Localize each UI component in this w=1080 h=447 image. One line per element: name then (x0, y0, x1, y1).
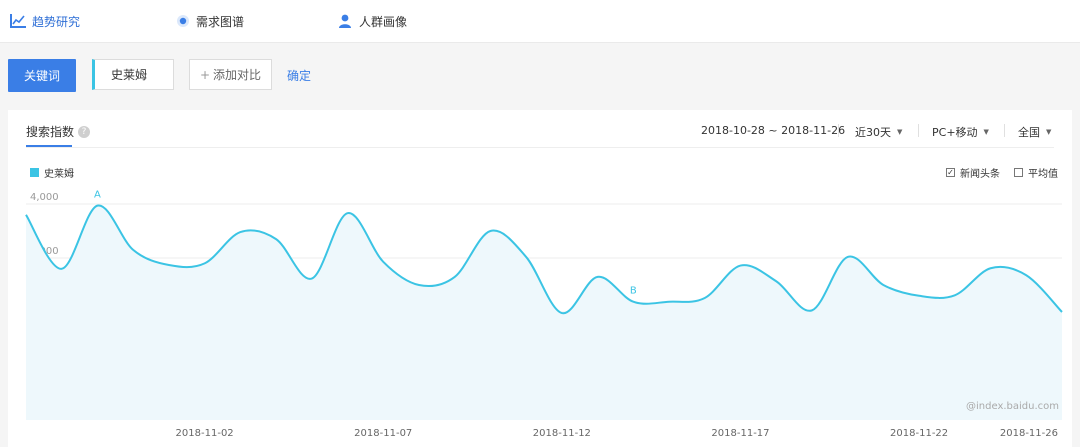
keyword-toolbar: 关键词 史莱姆 + 添加对比 确定 (0, 43, 1080, 109)
radio-dot-icon (176, 14, 190, 28)
nav-item-demand-map[interactable]: 需求图谱 (176, 11, 244, 31)
x-tick-label: 2018-11-26 (1000, 428, 1058, 439)
keyword-input[interactable]: 史莱姆 (92, 59, 174, 90)
keyword-value: 史莱姆 (111, 68, 148, 82)
annotation-label: A (94, 190, 101, 201)
add-compare-button[interactable]: + 添加对比 (189, 59, 272, 90)
user-icon (338, 14, 353, 28)
confirm-link[interactable]: 确定 (287, 67, 311, 84)
plus-icon: + (199, 67, 211, 82)
top-navigation: 趋势研究 需求图谱 人群画像 (0, 0, 1080, 43)
nav-item-trend-research[interactable]: 趋势研究 (10, 11, 80, 31)
watermark: @index.baidu.com (966, 401, 1060, 412)
x-tick-label: 2018-11-12 (533, 428, 591, 439)
x-tick-label: 2018-11-07 (354, 428, 412, 439)
annotation-label: B (630, 286, 637, 297)
trend-chart-icon (10, 14, 26, 28)
x-tick-label: 2018-11-17 (711, 428, 769, 439)
nav-item-label: 趋势研究 (32, 14, 81, 29)
nav-item-label: 需求图谱 (196, 14, 245, 29)
search-index-panel: 搜索指数 ? 2018-10-28 ~ 2018-11-26 近30天 ▼ PC… (8, 110, 1072, 447)
series-area (26, 205, 1062, 420)
nav-item-label: 人群画像 (359, 14, 408, 29)
x-tick-label: 2018-11-02 (176, 428, 234, 439)
keyword-button[interactable]: 关键词 (8, 59, 76, 92)
nav-item-audience-profile[interactable]: 人群画像 (338, 11, 407, 31)
search-index-chart[interactable]: 1,0002,0003,0004,000AB2018-11-022018-11-… (8, 110, 1072, 447)
y-tick-label: 4,000 (30, 192, 59, 203)
add-compare-label: 添加对比 (213, 68, 262, 82)
x-tick-label: 2018-11-22 (890, 428, 948, 439)
